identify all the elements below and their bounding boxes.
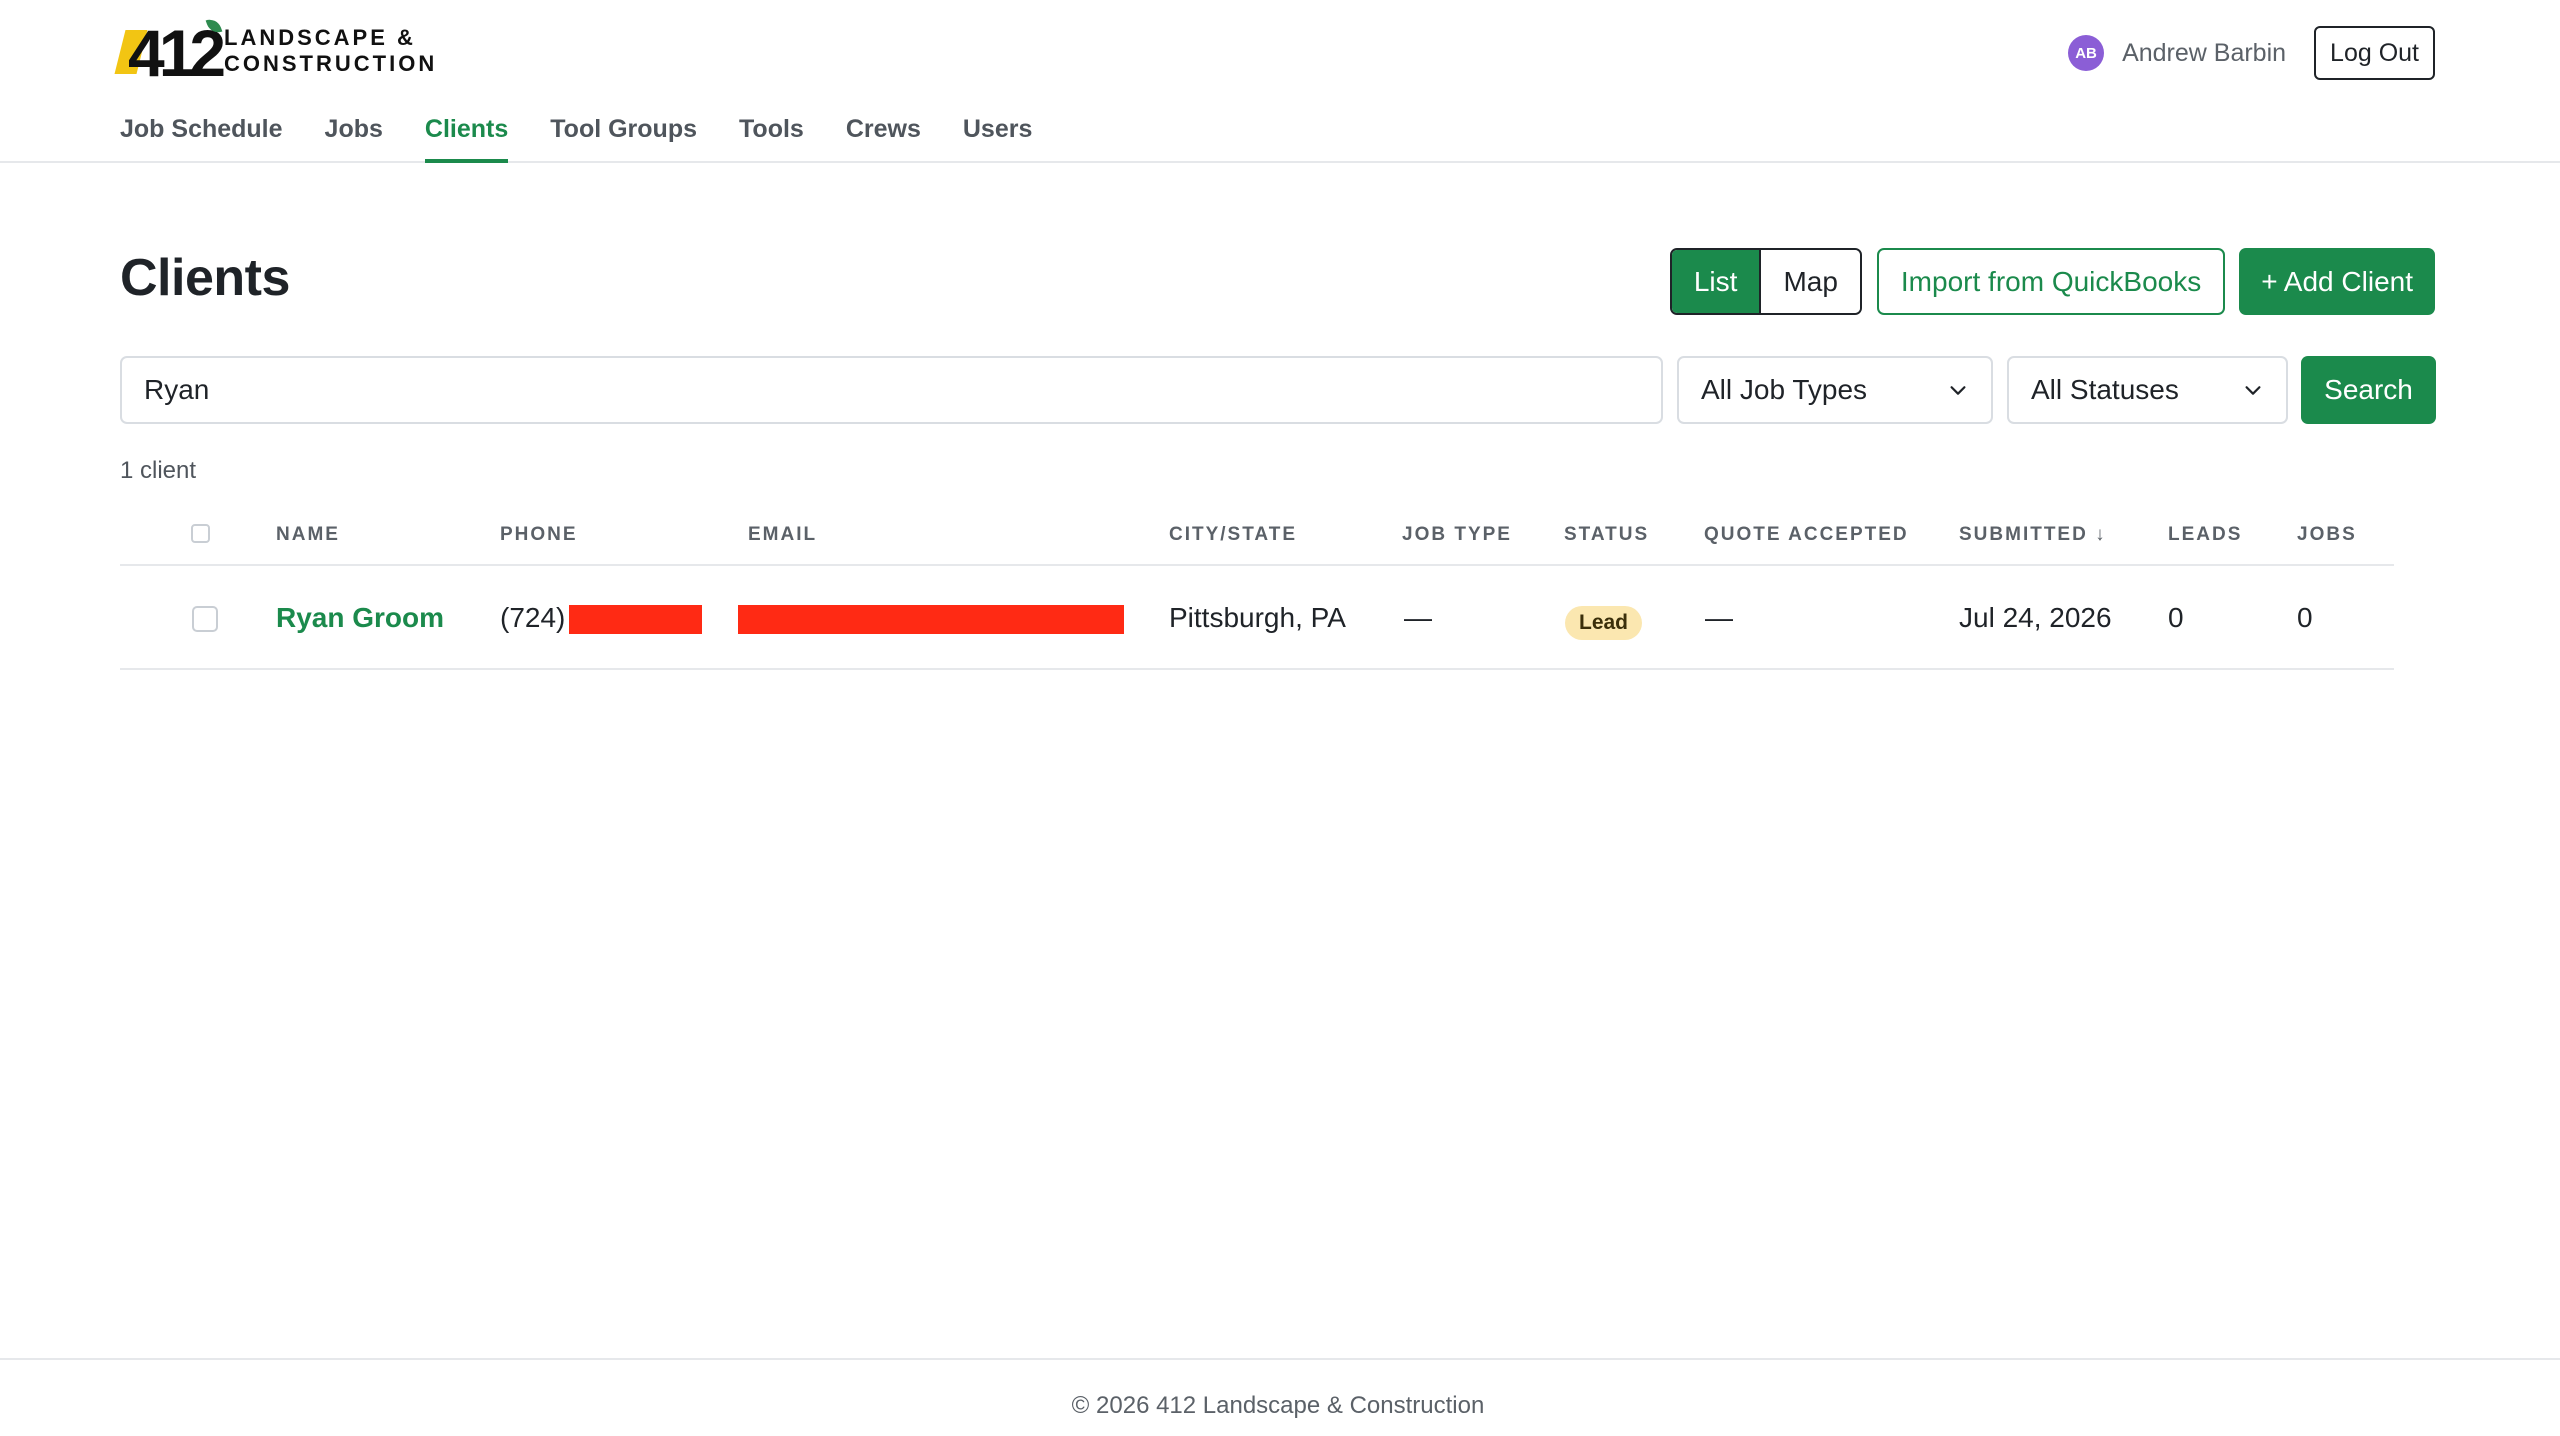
- row-checkbox[interactable]: [192, 606, 218, 632]
- map-view-button[interactable]: Map: [1759, 250, 1860, 313]
- status-select-value: All Statuses: [2031, 374, 2179, 405]
- job-type-select[interactable]: All Job Types: [1677, 356, 1993, 424]
- phone-redaction: [569, 605, 703, 635]
- client-phone: (724): [500, 602, 703, 635]
- phone-prefix: (724): [500, 602, 566, 633]
- add-client-button[interactable]: + Add Client: [2239, 248, 2435, 315]
- select-all-checkbox[interactable]: [191, 524, 210, 543]
- logo-number: 412: [128, 16, 226, 90]
- app-header: 412 LANDSCAPE & CONSTRUCTION AB Andrew B…: [0, 0, 2560, 163]
- logo-line-2: CONSTRUCTION: [224, 51, 438, 76]
- page-toolbar: List Map Import from QuickBooks + Add Cl…: [1669, 248, 2435, 315]
- nav-item-job-schedule[interactable]: Job Schedule: [120, 115, 283, 163]
- user-area: AB Andrew Barbin Log Out: [2068, 26, 2435, 80]
- page-title: Clients: [120, 249, 290, 307]
- import-quickbooks-button[interactable]: Import from QuickBooks: [1876, 248, 2226, 315]
- column-header-email[interactable]: EMAIL: [748, 524, 817, 546]
- clients-table: NAME PHONE EMAIL CITY/STATE JOB TYPE STA…: [120, 510, 2394, 670]
- footer-copyright-text: © 2026 412 Landscape & Construction: [1071, 1392, 1485, 1419]
- nav-item-crews[interactable]: Crews: [846, 115, 921, 163]
- nav-item-tool-groups[interactable]: Tool Groups: [550, 115, 697, 163]
- email-redaction: [738, 605, 1124, 635]
- search-button[interactable]: Search: [2301, 356, 2436, 424]
- client-email: [738, 602, 1124, 635]
- status-badge: Lead: [1565, 606, 1643, 640]
- logo-wordmark: LANDSCAPE & CONSTRUCTION: [224, 25, 437, 77]
- column-header-leads[interactable]: LEADS: [2168, 524, 2242, 546]
- nav-item-jobs[interactable]: Jobs: [325, 115, 383, 163]
- result-count: 1 client: [120, 457, 197, 484]
- column-header-job-type[interactable]: JOB TYPE: [1402, 524, 1512, 546]
- logout-button[interactable]: Log Out: [2314, 26, 2435, 80]
- client-city-state: Pittsburgh, PA: [1169, 602, 1346, 633]
- client-quote-accepted: —: [1705, 602, 1733, 633]
- search-input[interactable]: [120, 356, 1663, 424]
- column-header-quote-accepted[interactable]: QUOTE ACCEPTED: [1704, 524, 1909, 546]
- client-submitted: Jul 24, 2026: [1959, 602, 2112, 633]
- chevron-down-icon: [2245, 386, 2261, 395]
- column-header-city-state[interactable]: CITY/STATE: [1169, 524, 1297, 546]
- logo-mark: 412: [114, 16, 226, 90]
- job-type-select-value: All Job Types: [1701, 374, 1868, 405]
- page-footer: © 2026 412 Landscape & Construction: [0, 1358, 2560, 1436]
- column-header-submitted[interactable]: SUBMITTED ↓: [1959, 524, 2107, 546]
- user-name: Andrew Barbin: [2122, 38, 2287, 67]
- table-row[interactable]: Ryan Groom (724) Pittsburgh, PA — Lead —…: [120, 566, 2394, 670]
- logo-line-1: LANDSCAPE &: [224, 25, 416, 50]
- column-header-jobs[interactable]: JOBS: [2297, 524, 2357, 546]
- column-header-status[interactable]: STATUS: [1564, 524, 1649, 546]
- table-header: NAME PHONE EMAIL CITY/STATE JOB TYPE STA…: [120, 510, 2394, 566]
- company-logo[interactable]: 412 LANDSCAPE & CONSTRUCTION: [114, 16, 437, 90]
- main-nav: Job Schedule Jobs Clients Tool Groups To…: [120, 115, 1074, 163]
- column-header-phone[interactable]: PHONE: [500, 524, 578, 546]
- client-job-type: —: [1404, 602, 1432, 633]
- nav-item-tools[interactable]: Tools: [739, 115, 804, 163]
- client-jobs: 0: [2297, 602, 2313, 633]
- nav-item-clients[interactable]: Clients: [424, 115, 509, 163]
- client-name-link[interactable]: Ryan Groom: [276, 602, 444, 634]
- column-header-name[interactable]: NAME: [276, 524, 340, 546]
- chevron-down-icon: [1950, 386, 1966, 395]
- nav-item-users[interactable]: Users: [963, 115, 1033, 163]
- list-view-button[interactable]: List: [1671, 250, 1760, 313]
- avatar[interactable]: AB: [2068, 35, 2105, 71]
- client-leads: 0: [2168, 602, 2184, 633]
- filter-bar: All Job Types All Statuses Search: [120, 356, 2436, 424]
- status-select[interactable]: All Statuses: [2007, 356, 2288, 424]
- view-toggle: List Map: [1669, 248, 1862, 315]
- footer-copyright: © 2026 412 Landscape & Construction: [0, 1392, 2560, 1420]
